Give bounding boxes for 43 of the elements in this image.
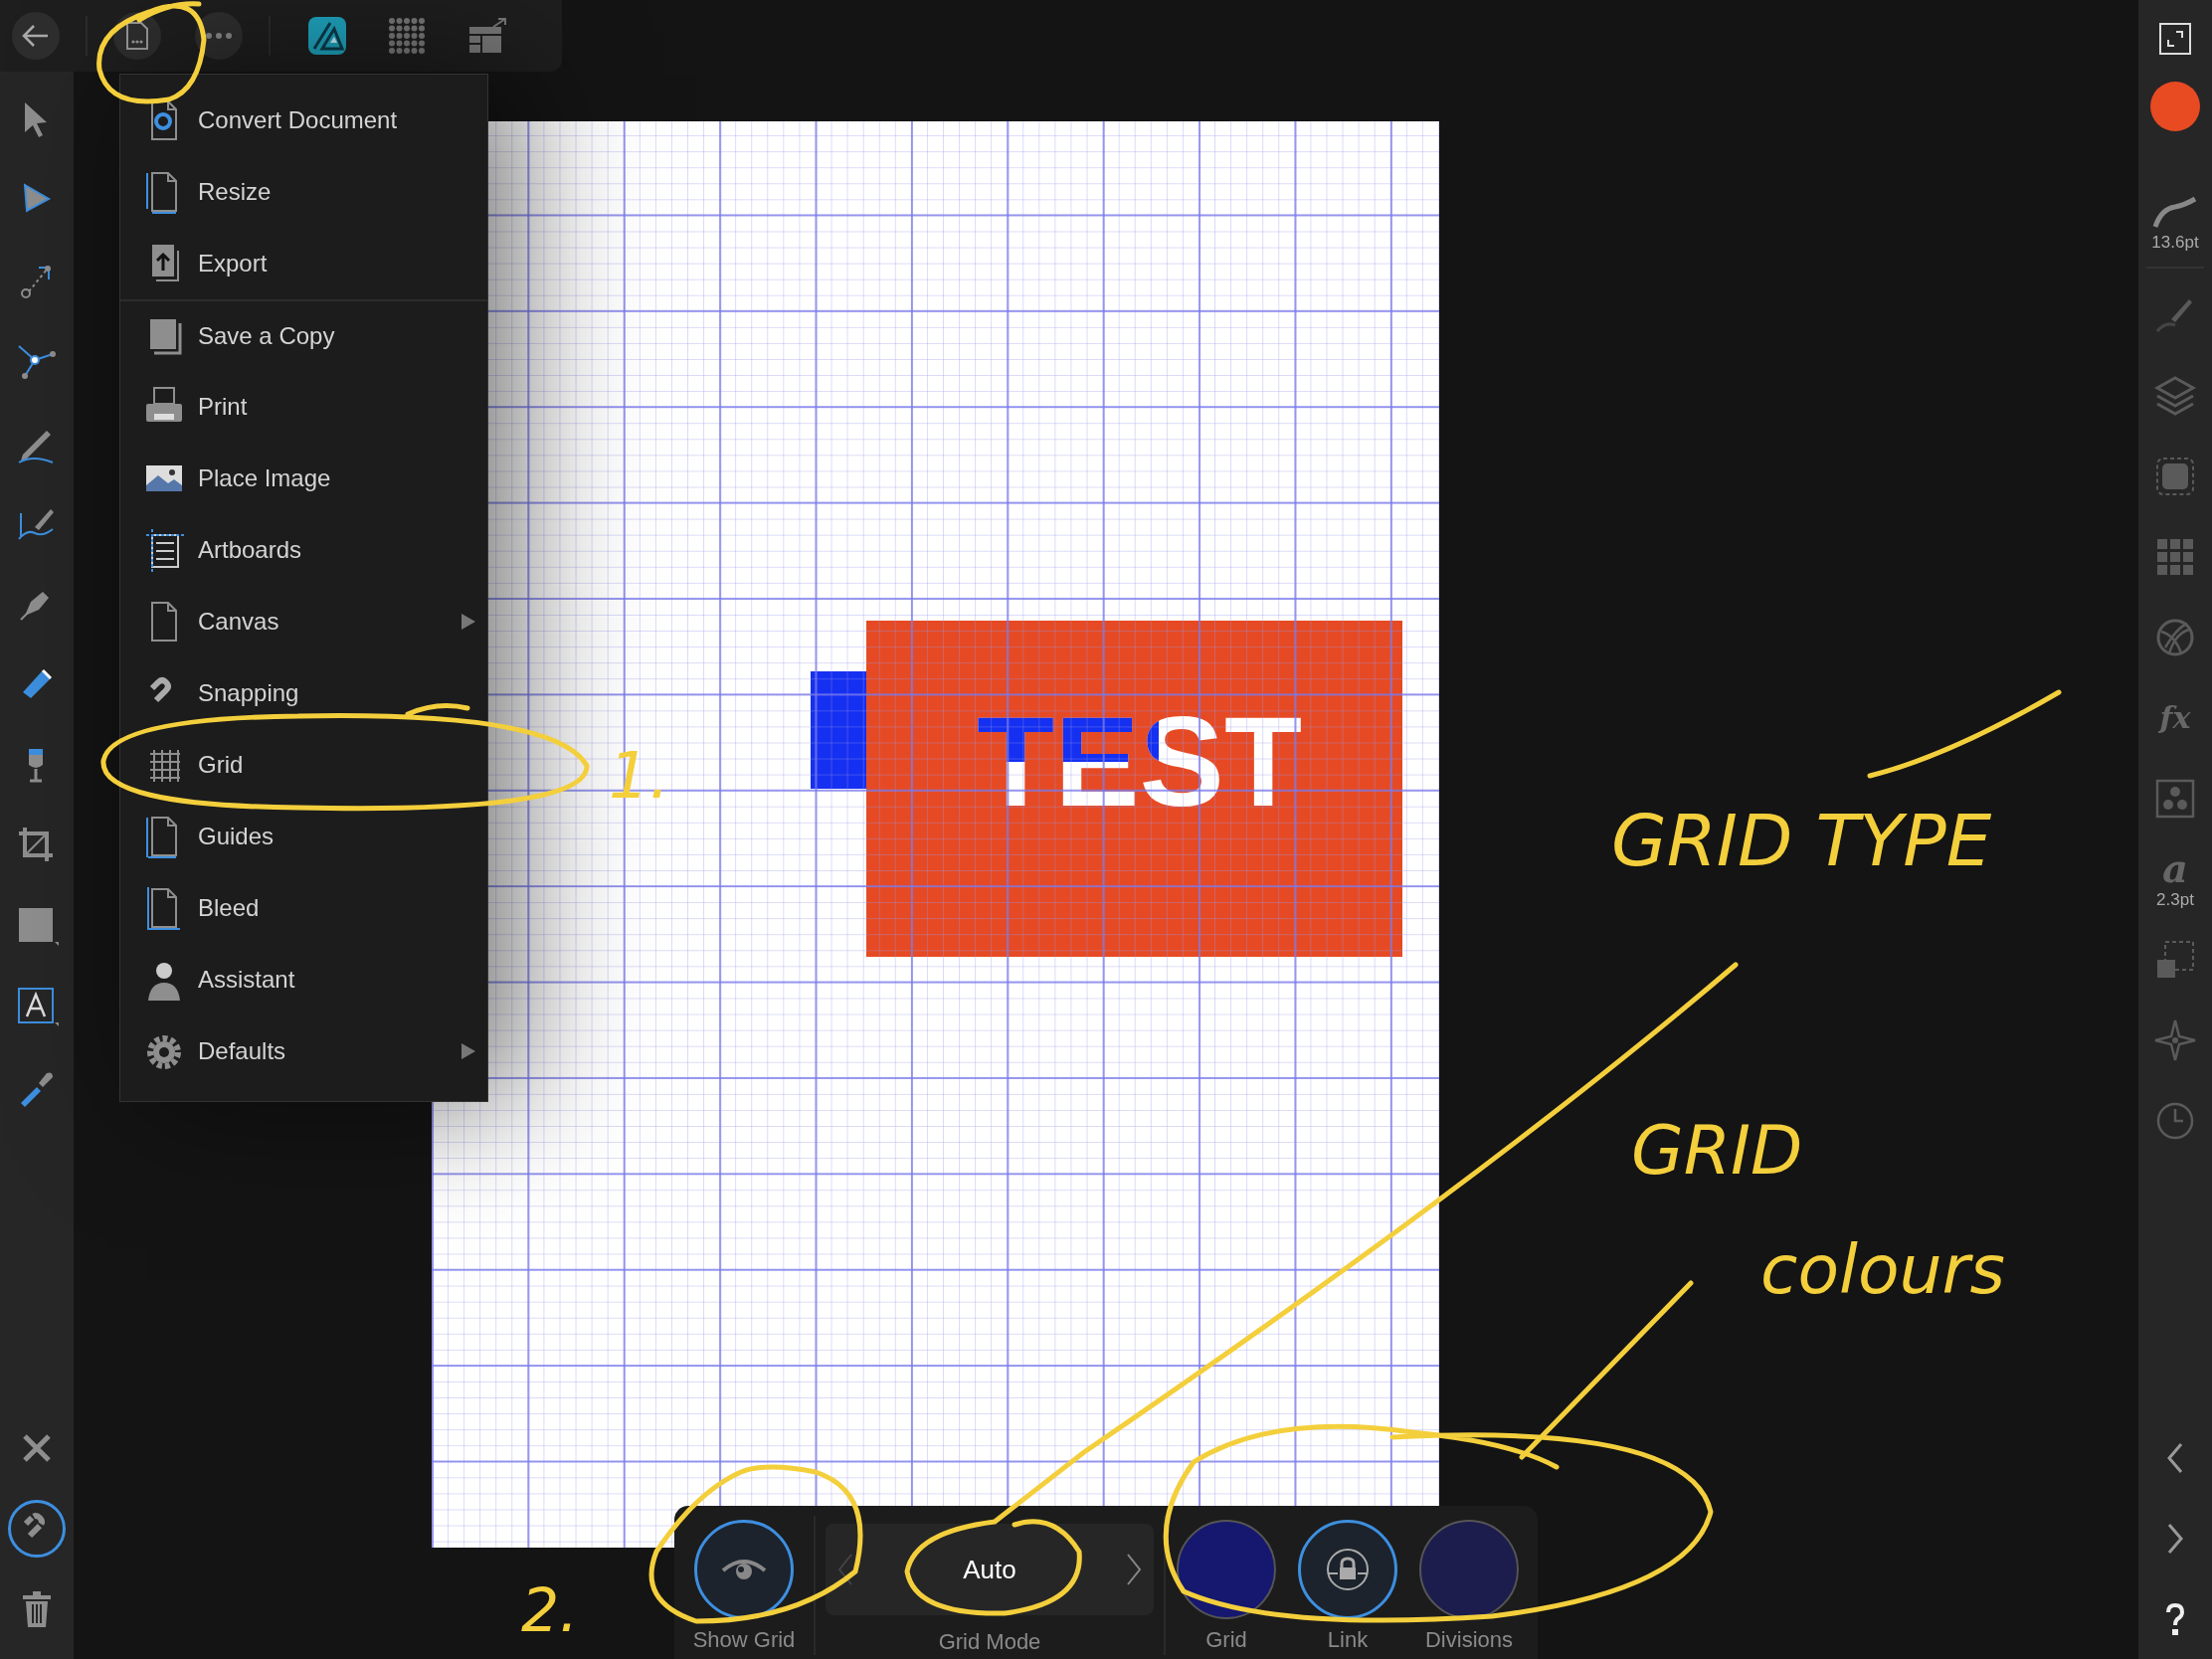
menu-item[interactable]: Assistant <box>120 944 487 1015</box>
swatch-label: Divisions <box>1425 1627 1513 1653</box>
chevron-left-icon[interactable] <box>837 1553 853 1586</box>
submenu-arrow-icon <box>461 1043 475 1059</box>
menu-item[interactable]: Grid <box>120 729 487 801</box>
back-arrow-icon <box>22 24 50 48</box>
menu-item[interactable]: Snapping <box>120 657 487 729</box>
grid-mode-stepper[interactable]: Auto <box>826 1524 1154 1615</box>
fill-color-swatch[interactable] <box>2150 82 2200 131</box>
menu-item[interactable]: Export <box>120 228 487 299</box>
menu-item[interactable]: Print <box>120 371 487 443</box>
layout-icon[interactable] <box>467 17 507 55</box>
chevron-right-icon[interactable] <box>1126 1553 1142 1586</box>
menu-item[interactable]: Save a Copy <box>120 299 487 371</box>
menu-item[interactable]: Guides <box>120 801 487 872</box>
text-size-label: 2.3pt <box>2156 889 2194 910</box>
show-grid-label: Show Grid <box>692 1627 796 1653</box>
annotation-text: colours <box>1760 1230 2005 1309</box>
menu-item[interactable]: Canvas <box>120 586 487 657</box>
fullscreen-icon[interactable] <box>2158 22 2192 56</box>
menu-item[interactable]: Place Image <box>120 443 487 514</box>
dot-grid-icon[interactable] <box>388 17 426 55</box>
menu-item[interactable]: Bleed <box>120 872 487 944</box>
submenu-arrow-icon <box>461 614 475 630</box>
back-button[interactable] <box>12 12 60 60</box>
help-icon[interactable] <box>2163 1601 2187 1636</box>
menu-item[interactable]: Artboards <box>120 514 487 586</box>
menu-item[interactable]: Resize <box>120 156 487 228</box>
menu-item[interactable]: Convert Document <box>120 85 487 156</box>
stroke-width-label: 13.6pt <box>2151 233 2199 253</box>
annotation-text: GRID TYPE <box>1611 799 1992 882</box>
annotation-text: GRID <box>1631 1111 1803 1190</box>
lock-icon <box>1325 1547 1371 1592</box>
grid-mode-label: Grid Mode <box>938 1629 1041 1655</box>
snapping-button[interactable] <box>8 1499 66 1558</box>
swatch-label: Grid <box>1205 1627 1247 1653</box>
app-logo-icon[interactable] <box>308 17 346 55</box>
menu-item[interactable]: Defaults <box>120 1015 487 1087</box>
annotation-text: 2. <box>521 1575 579 1645</box>
link-label: Link <box>1327 1627 1369 1653</box>
document-icon <box>125 21 149 51</box>
trash-icon[interactable] <box>21 1588 53 1629</box>
more-icon <box>205 32 233 40</box>
